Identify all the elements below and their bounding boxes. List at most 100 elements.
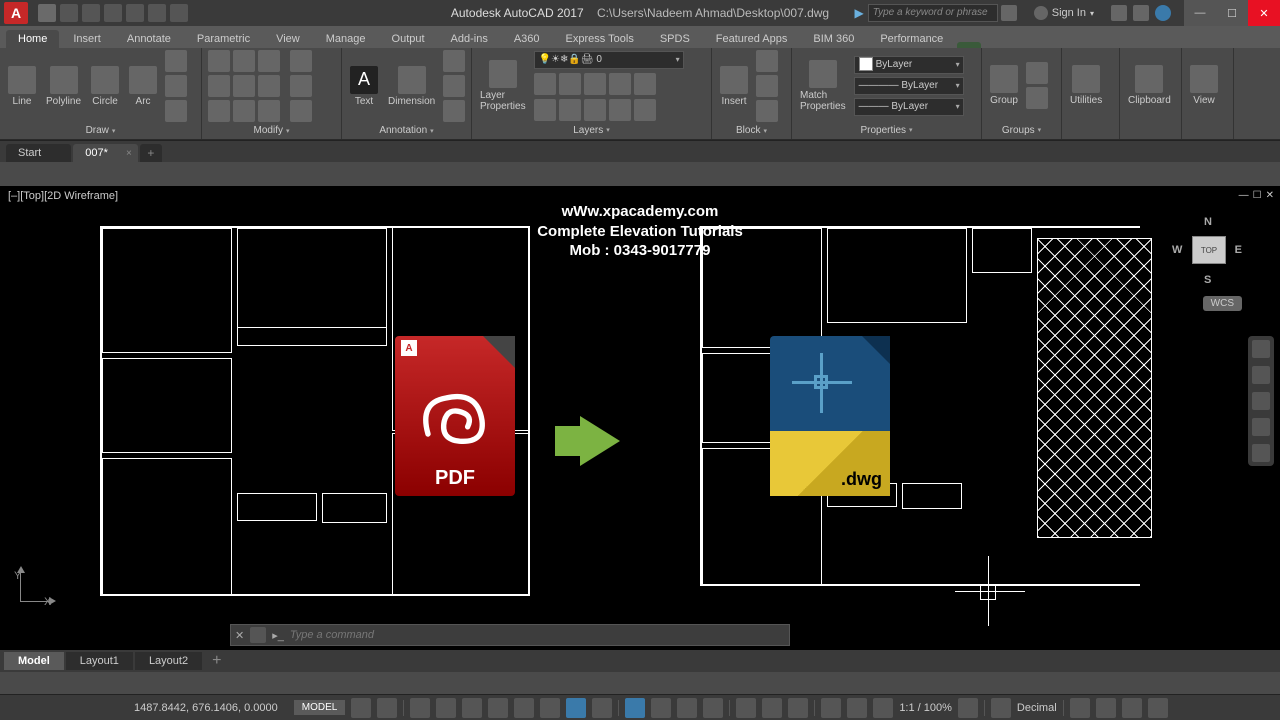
add-layout-button[interactable]: + xyxy=(204,649,229,673)
color-combo[interactable]: ByLayer xyxy=(854,56,964,74)
viewcube-face[interactable]: TOP xyxy=(1192,236,1226,264)
selection-cycling-icon[interactable] xyxy=(677,698,697,718)
arc-button[interactable]: Arc xyxy=(127,64,159,109)
mirror-icon[interactable] xyxy=(233,75,255,97)
copy-icon[interactable] xyxy=(208,75,230,97)
line-button[interactable]: Line xyxy=(6,64,38,109)
dynucs-icon[interactable] xyxy=(736,698,756,718)
vp-minimize-icon[interactable]: — xyxy=(1239,190,1249,201)
lineweight-icon[interactable] xyxy=(625,698,645,718)
rotate-icon[interactable] xyxy=(233,50,255,72)
customize-icon[interactable] xyxy=(1148,698,1168,718)
panel-title[interactable]: Draw xyxy=(6,122,195,139)
layer-tool-icon[interactable] xyxy=(534,73,556,95)
tab-spds[interactable]: SPDS xyxy=(648,30,702,48)
polar-icon[interactable] xyxy=(488,698,508,718)
viewport-label[interactable]: [–][Top][2D Wireframe] xyxy=(8,190,118,202)
polyline-button[interactable]: Polyline xyxy=(44,64,83,109)
units-display[interactable]: Decimal xyxy=(1017,702,1057,714)
isolate-icon[interactable] xyxy=(1096,698,1116,718)
insert-block-button[interactable]: Insert xyxy=(718,64,750,109)
draw-tool-icon[interactable] xyxy=(165,100,187,122)
hardware-accel-icon[interactable] xyxy=(1070,698,1090,718)
qat-plot-icon[interactable] xyxy=(126,4,144,22)
layer-tool-icon[interactable] xyxy=(559,73,581,95)
cleanscreen-icon[interactable] xyxy=(1122,698,1142,718)
panel-title[interactable]: Layers xyxy=(478,121,705,139)
vp-restore-icon[interactable]: ☐ xyxy=(1253,190,1262,201)
3d-icon[interactable] xyxy=(703,698,723,718)
app-logo[interactable]: A xyxy=(4,2,28,24)
start-tab[interactable]: Start xyxy=(6,144,71,162)
osnap-icon[interactable] xyxy=(540,698,560,718)
array-icon[interactable] xyxy=(258,100,280,122)
text-button[interactable]: AText xyxy=(348,64,380,109)
infocenter-icon[interactable] xyxy=(1001,5,1017,21)
steering-wheel-icon[interactable] xyxy=(1252,340,1270,358)
fillet-icon[interactable] xyxy=(258,75,280,97)
move-icon[interactable] xyxy=(208,50,230,72)
layer-tool-icon[interactable] xyxy=(634,73,656,95)
infer-icon[interactable] xyxy=(410,698,430,718)
ortho-icon[interactable] xyxy=(462,698,482,718)
model-space-button[interactable]: MODEL xyxy=(294,700,346,715)
filtering-icon[interactable] xyxy=(762,698,782,718)
dimension-button[interactable]: Dimension xyxy=(386,64,437,109)
layer-tool-icon[interactable] xyxy=(634,99,656,121)
layout1-tab[interactable]: Layout1 xyxy=(66,652,133,670)
tab-insert[interactable]: Insert xyxy=(61,30,113,48)
snapmode-icon[interactable] xyxy=(377,698,397,718)
layer-tool-icon[interactable] xyxy=(584,99,606,121)
layer-properties-button[interactable]: Layer Properties xyxy=(478,58,528,114)
drawing-area[interactable]: [–][Top][2D Wireframe] — ☐ ✕ wWw.xpacade… xyxy=(0,186,1280,672)
panel-title[interactable]: Block xyxy=(718,122,785,139)
circle-button[interactable]: Circle xyxy=(89,64,121,109)
panel-title[interactable]: Modify xyxy=(208,122,335,139)
tab-output[interactable]: Output xyxy=(380,30,437,48)
stretch-icon[interactable] xyxy=(208,100,230,122)
close-tab-icon[interactable]: × xyxy=(126,148,132,159)
tab-bim360[interactable]: BIM 360 xyxy=(801,30,866,48)
cmd-close-icon[interactable]: ✕ xyxy=(235,629,244,642)
exchange-icon[interactable] xyxy=(1111,5,1127,21)
match-properties-button[interactable]: Match Properties xyxy=(798,58,848,114)
qat-redo-icon[interactable] xyxy=(170,4,188,22)
tab-a360[interactable]: A360 xyxy=(502,30,552,48)
group-tool-icon[interactable] xyxy=(1026,62,1048,84)
autoscale-icon[interactable] xyxy=(873,698,893,718)
command-line[interactable]: ✕ ▸_ Type a command xyxy=(230,624,790,646)
maximize-button[interactable]: ☐ xyxy=(1216,0,1248,26)
showmotion-icon[interactable] xyxy=(1252,444,1270,462)
qat-new-icon[interactable] xyxy=(38,4,56,22)
transparency-icon[interactable] xyxy=(651,698,671,718)
annotation-scale[interactable]: 1:1 / 100% xyxy=(899,702,952,714)
tab-express[interactable]: Express Tools xyxy=(554,30,646,48)
file-tab[interactable]: 007*× xyxy=(73,144,138,162)
anno-tool-icon[interactable] xyxy=(443,100,465,122)
edit-block-icon[interactable] xyxy=(756,75,778,97)
draw-tool-icon[interactable] xyxy=(165,75,187,97)
panel-title[interactable]: Annotation xyxy=(348,122,465,139)
new-tab-button[interactable]: + xyxy=(140,144,162,162)
tab-featured[interactable]: Featured Apps xyxy=(704,30,800,48)
lineweight-combo[interactable]: ——— ByLayer xyxy=(854,98,964,116)
scale-icon[interactable] xyxy=(233,100,255,122)
zoom-icon[interactable] xyxy=(1252,392,1270,410)
orbit-icon[interactable] xyxy=(1252,418,1270,436)
clipboard-button[interactable]: Clipboard xyxy=(1126,63,1173,108)
gizmo-icon[interactable] xyxy=(788,698,808,718)
dynamic-input-icon[interactable] xyxy=(436,698,456,718)
grid-toggle-icon[interactable] xyxy=(351,698,371,718)
layer-tool-icon[interactable] xyxy=(534,99,556,121)
3dosnap-icon[interactable] xyxy=(566,698,586,718)
modify-tool-icon[interactable] xyxy=(290,75,312,97)
leader-icon[interactable] xyxy=(443,50,465,72)
isodraft-icon[interactable] xyxy=(514,698,534,718)
trim-icon[interactable] xyxy=(258,50,280,72)
annomonitor-icon[interactable] xyxy=(847,698,867,718)
tab-annotate[interactable]: Annotate xyxy=(115,30,183,48)
view-button[interactable]: View xyxy=(1188,63,1220,108)
model-tab[interactable]: Model xyxy=(4,652,64,670)
workspace-icon[interactable] xyxy=(958,698,978,718)
qat-undo-icon[interactable] xyxy=(148,4,166,22)
